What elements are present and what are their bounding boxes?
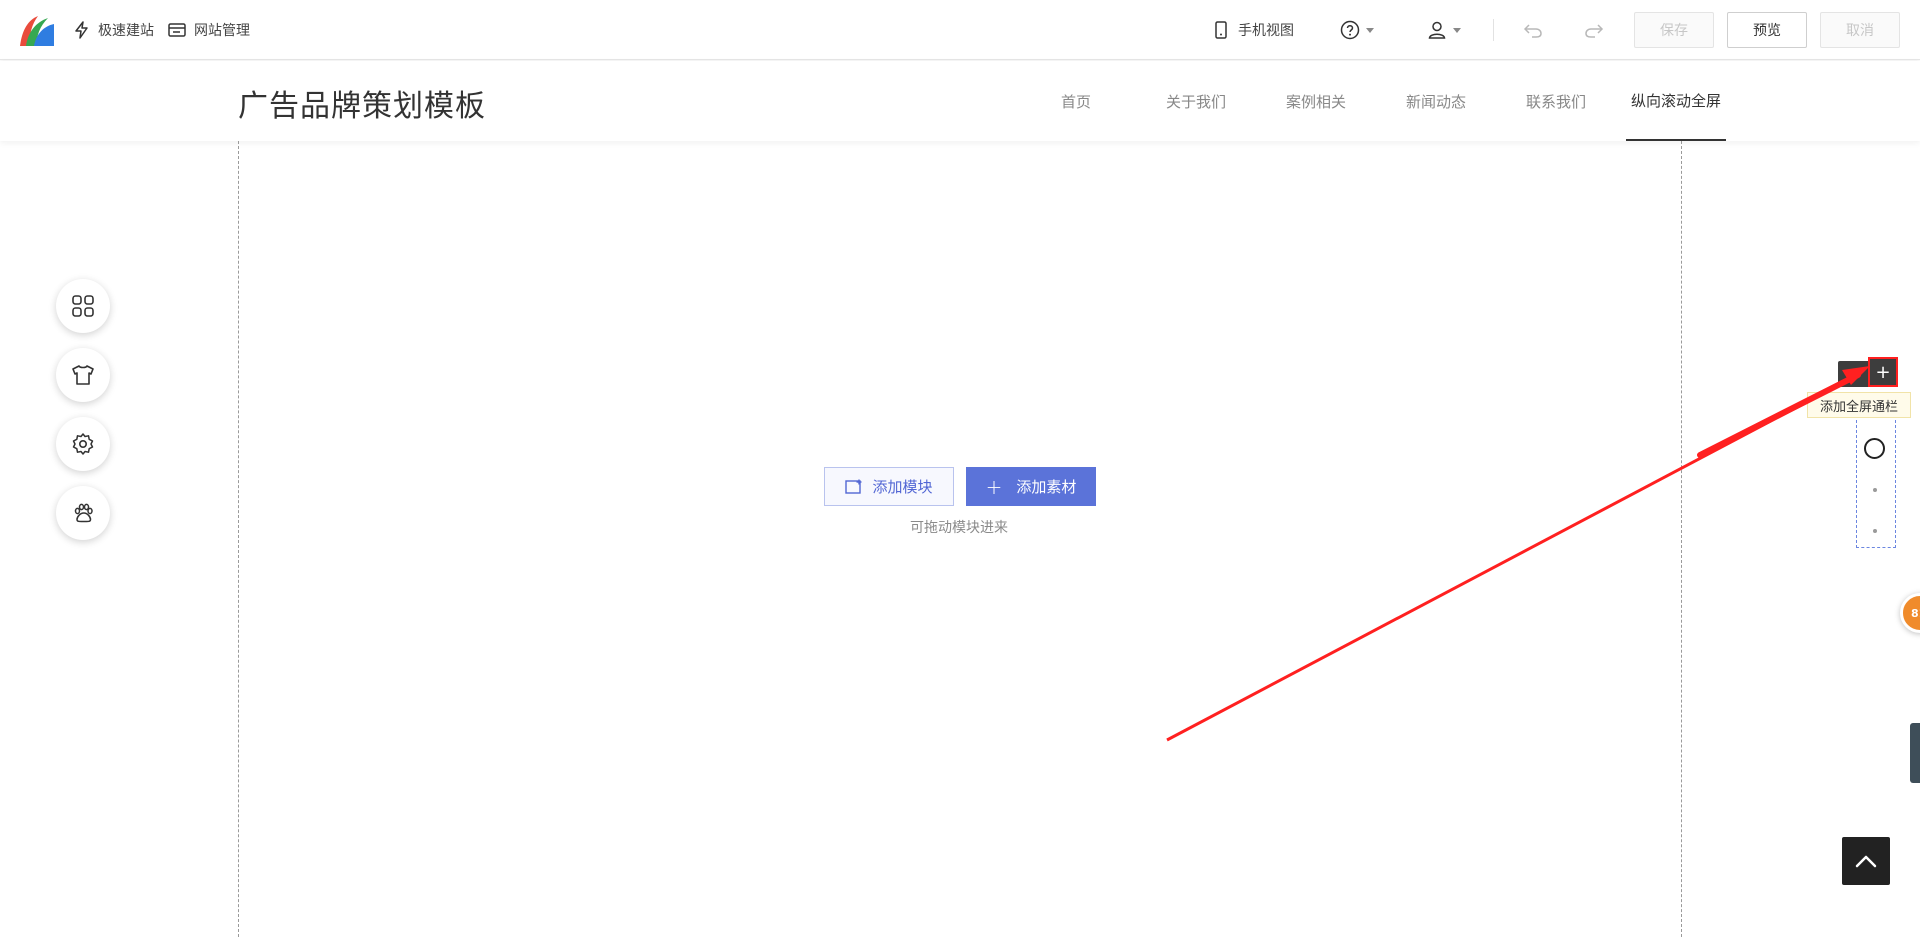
paw-icon	[74, 503, 93, 523]
browser-icon	[168, 23, 186, 37]
mobile-view-label: 手机视图	[1238, 23, 1294, 39]
user-icon	[1428, 21, 1446, 39]
site-title[interactable]: 广告品牌策划模板	[238, 81, 486, 125]
back-to-top-button[interactable]	[1842, 837, 1890, 885]
nav-home[interactable]: 首页	[1026, 61, 1126, 141]
mobile-view-button[interactable]: 手机视图	[1214, 18, 1294, 42]
phone-icon	[1215, 21, 1227, 39]
chevron-up-icon	[1855, 855, 1877, 868]
gear-icon	[72, 433, 94, 455]
section-dot[interactable]	[1873, 529, 1877, 533]
chevron-down-icon	[1366, 27, 1374, 33]
modules-button[interactable]	[56, 279, 110, 333]
redo-button[interactable]	[1584, 18, 1604, 42]
quick-build-link[interactable]: 极速建站	[74, 18, 154, 42]
drag-hint: 可拖动模块进来	[910, 520, 1008, 536]
user-dropdown[interactable]	[1427, 18, 1461, 42]
help-dropdown[interactable]	[1340, 18, 1374, 42]
undo-icon	[1523, 24, 1542, 38]
plus-icon: +	[1875, 361, 1891, 383]
grid-icon	[72, 295, 94, 317]
save-button[interactable]: 保存	[1634, 12, 1714, 48]
nav-about[interactable]: 关于我们	[1146, 61, 1246, 141]
plus-icon: +	[985, 474, 1003, 499]
badge-count: 81	[1911, 606, 1920, 620]
redo-icon	[1585, 24, 1604, 38]
settings-button[interactable]	[56, 417, 110, 471]
add-material-label: 添加素材	[1016, 478, 1077, 496]
chevron-down-icon	[1453, 27, 1461, 33]
site-manage-label: 网站管理	[194, 23, 250, 39]
nav-vertical-fullscreen[interactable]: 纵向滚动全屏	[1626, 61, 1726, 141]
cancel-button[interactable]: 取消	[1820, 12, 1900, 48]
add-module-label: 添加模块	[872, 478, 933, 496]
add-module-icon	[845, 479, 862, 494]
theme-button[interactable]	[56, 348, 110, 402]
side-drawer-handle[interactable]	[1910, 723, 1920, 783]
add-fullscreen-tooltip: 添加全屏通栏	[1807, 392, 1912, 418]
nav-news[interactable]: 新闻动态	[1386, 61, 1486, 141]
add-material-button[interactable]: + 添加素材	[966, 467, 1096, 506]
quick-build-label: 极速建站	[98, 23, 154, 39]
content-right-guide	[1681, 141, 1682, 937]
add-fullscreen-section-button[interactable]: +	[1868, 357, 1898, 387]
tshirt-icon	[72, 365, 94, 385]
nav-cases[interactable]: 案例相关	[1266, 61, 1366, 141]
current-section-dot[interactable]	[1864, 438, 1885, 459]
question-icon	[1340, 20, 1360, 40]
toolbar-divider	[1493, 19, 1494, 41]
site-manage-link[interactable]: 网站管理	[168, 18, 250, 42]
plugins-button[interactable]	[56, 486, 110, 540]
section-dot[interactable]	[1873, 488, 1877, 492]
editor-toolbar: 极速建站 网站管理 手机视图 保存 预览 取消	[0, 0, 1920, 60]
logo-icon[interactable]	[18, 12, 56, 48]
site-header: 广告品牌策划模板 首页 关于我们 案例相关 新闻动态 联系我们 纵向滚动全屏	[0, 61, 1920, 141]
floating-badge[interactable]: 81	[1900, 593, 1920, 633]
add-module-button[interactable]: 添加模块	[824, 467, 954, 506]
content-left-guide	[238, 141, 239, 937]
lightning-icon	[75, 21, 88, 39]
undo-button[interactable]	[1523, 18, 1543, 42]
preview-button[interactable]: 预览	[1727, 12, 1807, 48]
nav-contact[interactable]: 联系我们	[1506, 61, 1606, 141]
